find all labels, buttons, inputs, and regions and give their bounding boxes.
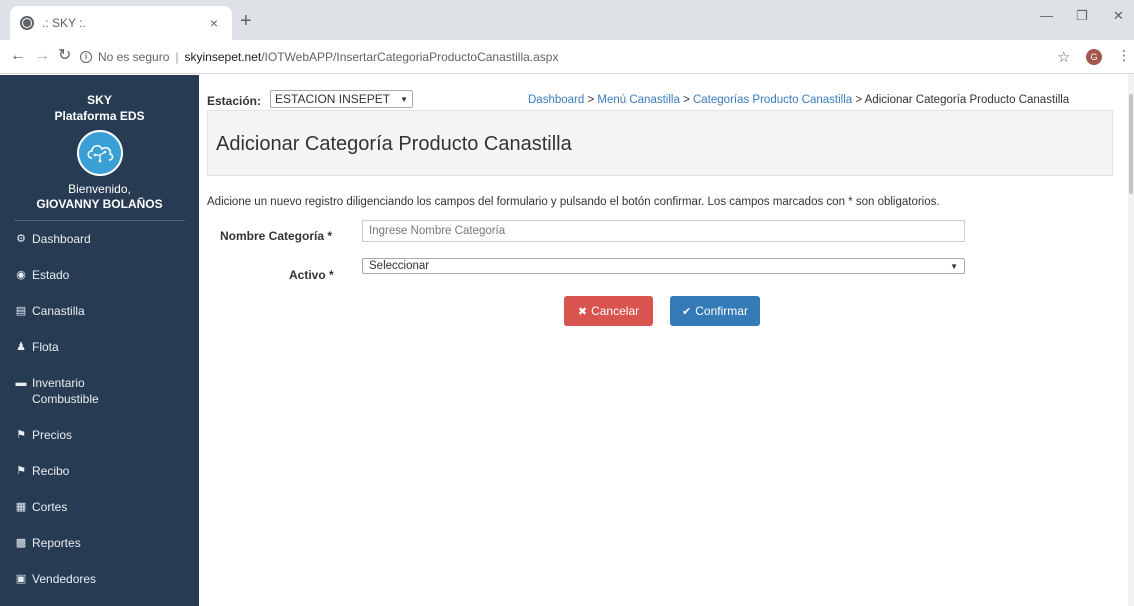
scrollbar-thumb[interactable] bbox=[1129, 94, 1133, 194]
confirm-label: Confirmar bbox=[695, 304, 748, 318]
calendar-icon: ▦ bbox=[15, 501, 27, 513]
sidebar-item-recibo[interactable]: ⚑ Recibo bbox=[0, 463, 199, 479]
eye-icon: ◉ bbox=[16, 269, 26, 281]
forward-icon[interactable]: → bbox=[34, 47, 50, 65]
sidebar-item-estado[interactable]: ◉ Estado bbox=[0, 267, 199, 283]
sidebar-item-label: Dashboard bbox=[32, 232, 91, 246]
welcome-text: Bienvenido, bbox=[68, 182, 131, 196]
tab-title: .: SKY :. bbox=[42, 16, 86, 30]
brand-subtitle: Plataforma EDS bbox=[54, 109, 145, 123]
caret-down-icon: ▼ bbox=[400, 94, 408, 104]
sidebar-item-flota[interactable]: ♟ Flota bbox=[0, 339, 199, 355]
browser-toolbar: ← → ↻ i No es seguro | skyinsepet.net /I… bbox=[0, 40, 1134, 74]
breadcrumb-current: Adicionar Categoría Producto Canastilla bbox=[864, 94, 1070, 106]
url-path: /IOTWebAPP/InsertarCategoriaProductoCana… bbox=[261, 50, 559, 64]
active-selected-value: Seleccionar bbox=[369, 260, 430, 272]
info-icon[interactable]: i bbox=[80, 51, 92, 63]
users-icon: ♟ bbox=[16, 341, 26, 353]
times-icon: ✖ bbox=[577, 305, 588, 318]
sidebar-item-label: Precios bbox=[32, 428, 73, 442]
tab-close-icon[interactable]: × bbox=[206, 15, 222, 31]
station-selected-value: ESTACION INSEPET bbox=[275, 92, 391, 106]
breadcrumb-dashboard[interactable]: Dashboard bbox=[528, 94, 584, 106]
sidebar-item-dashboard[interactable]: ⚙ Dashboard bbox=[0, 231, 199, 247]
id-card-icon: ▣ bbox=[15, 573, 27, 585]
menu-kebab-icon[interactable]: ⋮ bbox=[1117, 47, 1131, 64]
breadcrumb-separator: > bbox=[683, 94, 693, 106]
bar-chart-icon: ▩ bbox=[15, 537, 27, 549]
browser-tab[interactable]: .: SKY :. × bbox=[10, 6, 232, 40]
sidebar-item-vendedores[interactable]: ▣ Vendedores bbox=[0, 571, 199, 587]
name-field-label: Nombre Categoría * bbox=[220, 229, 333, 243]
cloud-circuit-logo-icon bbox=[76, 130, 123, 176]
sidebar-item-label: Estado bbox=[32, 268, 70, 282]
active-field-label: Activo * bbox=[289, 268, 334, 282]
breadcrumb-separator: > bbox=[855, 94, 865, 106]
page-title: Adicionar Categoría Producto Canastilla bbox=[216, 133, 572, 155]
sidebar-item-label: Canastilla bbox=[32, 304, 85, 318]
page-scrollbar[interactable] bbox=[1128, 74, 1134, 606]
sidebar-item-label: Cortes bbox=[32, 500, 68, 514]
check-icon: ✔ bbox=[682, 305, 692, 318]
back-icon[interactable]: ← bbox=[10, 47, 26, 65]
page-header: Adicionar Categoría Producto Canastilla bbox=[207, 110, 1113, 176]
username: GIOVANNY BOLAÑOS bbox=[36, 197, 163, 211]
browser-tabstrip: .: SKY :. × + — ❐ ✕ bbox=[0, 0, 1134, 40]
sidebar-item-reportes[interactable]: ▩ Reportes bbox=[0, 535, 199, 551]
minimize-icon[interactable]: — bbox=[1040, 8, 1053, 23]
sidebar-item-label: Recibo bbox=[32, 464, 70, 478]
sidebar-item-label: Inventario Combustible bbox=[32, 376, 99, 406]
new-tab-button[interactable]: + bbox=[240, 11, 252, 31]
brand-title: SKY bbox=[87, 93, 112, 107]
sidebar-item-canastilla[interactable]: ▤ Canastilla bbox=[0, 303, 199, 319]
sidebar-item-label: Vendedores bbox=[32, 572, 97, 586]
station-select[interactable]: ESTACION INSEPET ▼ bbox=[270, 90, 413, 108]
tag-icon: ⚑ bbox=[16, 465, 26, 477]
tags-icon: ⚑ bbox=[16, 429, 26, 441]
basket-icon: ▤ bbox=[15, 305, 27, 317]
breadcrumb: Dashboard > Menú Canastilla > Categorías… bbox=[528, 94, 1069, 106]
reload-icon[interactable]: ↻ bbox=[58, 47, 71, 65]
cancel-label: Cancelar bbox=[591, 304, 640, 318]
station-label: Estación: bbox=[207, 94, 262, 108]
breadcrumb-categorias[interactable]: Categorías Producto Canastilla bbox=[693, 94, 852, 106]
address-bar[interactable]: i No es seguro | skyinsepet.net /IOTWebA… bbox=[80, 45, 1040, 69]
intro-text: Adicione un nuevo registro diligenciando… bbox=[207, 196, 940, 208]
url-host: skyinsepet.net bbox=[184, 50, 262, 64]
sidebar-item-inventario[interactable]: ▬ Inventario Combustible bbox=[0, 375, 199, 407]
category-name-input[interactable] bbox=[362, 220, 965, 242]
breadcrumb-menu-canastilla[interactable]: Menú Canastilla bbox=[597, 94, 679, 106]
close-window-icon[interactable]: ✕ bbox=[1113, 8, 1124, 24]
breadcrumb-separator: > bbox=[587, 94, 598, 106]
sidebar-item-cortes[interactable]: ▦ Cortes bbox=[0, 499, 199, 515]
brand: SKY Plataforma EDS bbox=[0, 75, 199, 124]
sidebar-divider bbox=[14, 220, 185, 221]
url-separator: | bbox=[175, 50, 179, 64]
cancel-button[interactable]: ✖ Cancelar bbox=[564, 296, 653, 326]
profile-avatar[interactable]: G bbox=[1086, 49, 1102, 65]
security-label: No es seguro bbox=[98, 50, 170, 64]
confirm-button[interactable]: ✔ Confirmar bbox=[670, 296, 760, 326]
tachometer-icon: ⚙ bbox=[16, 233, 26, 245]
restore-icon[interactable]: ❐ bbox=[1076, 8, 1088, 24]
active-select[interactable]: Seleccionar ▼ bbox=[362, 258, 965, 274]
sidebar-item-label: Flota bbox=[32, 340, 59, 354]
sidebar: SKY Plataforma EDS Bienvenido, GIOVANNY … bbox=[0, 75, 199, 606]
sidebar-menu: ⚙ Dashboard ◉ Estado ▤ Canastilla ♟ Flot… bbox=[0, 231, 199, 587]
sidebar-item-label: Reportes bbox=[32, 536, 81, 550]
caret-down-icon: ▼ bbox=[950, 261, 958, 271]
bookmark-star-icon[interactable]: ☆ bbox=[1057, 48, 1070, 66]
globe-icon bbox=[20, 16, 34, 30]
sidebar-item-precios[interactable]: ⚑ Precios bbox=[0, 427, 199, 443]
battery-icon: ▬ bbox=[15, 377, 27, 389]
